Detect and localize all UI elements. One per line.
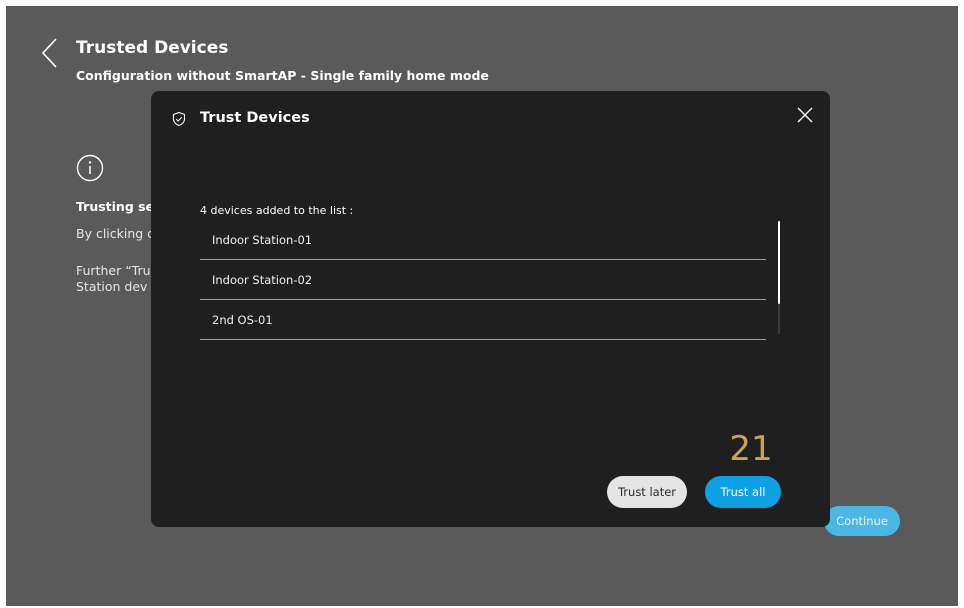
dialog-title: Trust Devices	[200, 110, 310, 126]
page-title: Trusted Devices	[76, 38, 229, 58]
info-text-line: Station dev	[76, 279, 148, 294]
page-subtitle: Configuration without SmartAP - Single f…	[76, 68, 489, 83]
scrollbar-thumb[interactable]	[778, 221, 780, 304]
close-icon[interactable]	[796, 106, 814, 124]
device-list: Indoor Station-01 Indoor Station-02 2nd …	[200, 221, 766, 340]
app-screen: Trusted Devices Configuration without Sm…	[6, 6, 958, 606]
device-list-item[interactable]: Indoor Station-02	[200, 261, 766, 300]
trust-all-button[interactable]: Trust all	[705, 476, 781, 508]
info-text-line: Further “Tru	[76, 263, 151, 278]
continue-button[interactable]: Continue	[824, 506, 900, 536]
device-count-caption: 4 devices added to the list :	[200, 204, 354, 217]
trust-later-button[interactable]: Trust later	[607, 476, 687, 508]
info-text-line: By clicking c	[76, 226, 155, 241]
shield-check-icon	[172, 111, 186, 127]
countdown-timer: 21	[729, 429, 773, 469]
info-heading: Trusting sel	[76, 199, 159, 214]
device-list-item[interactable]: Indoor Station-01	[200, 221, 766, 260]
info-icon	[76, 154, 104, 182]
trust-devices-dialog: Trust Devices 4 devices added to the lis…	[151, 91, 830, 527]
back-chevron-icon[interactable]	[40, 36, 60, 70]
device-list-item[interactable]: 2nd OS-01	[200, 301, 766, 340]
list-scrollbar[interactable]	[778, 221, 780, 334]
